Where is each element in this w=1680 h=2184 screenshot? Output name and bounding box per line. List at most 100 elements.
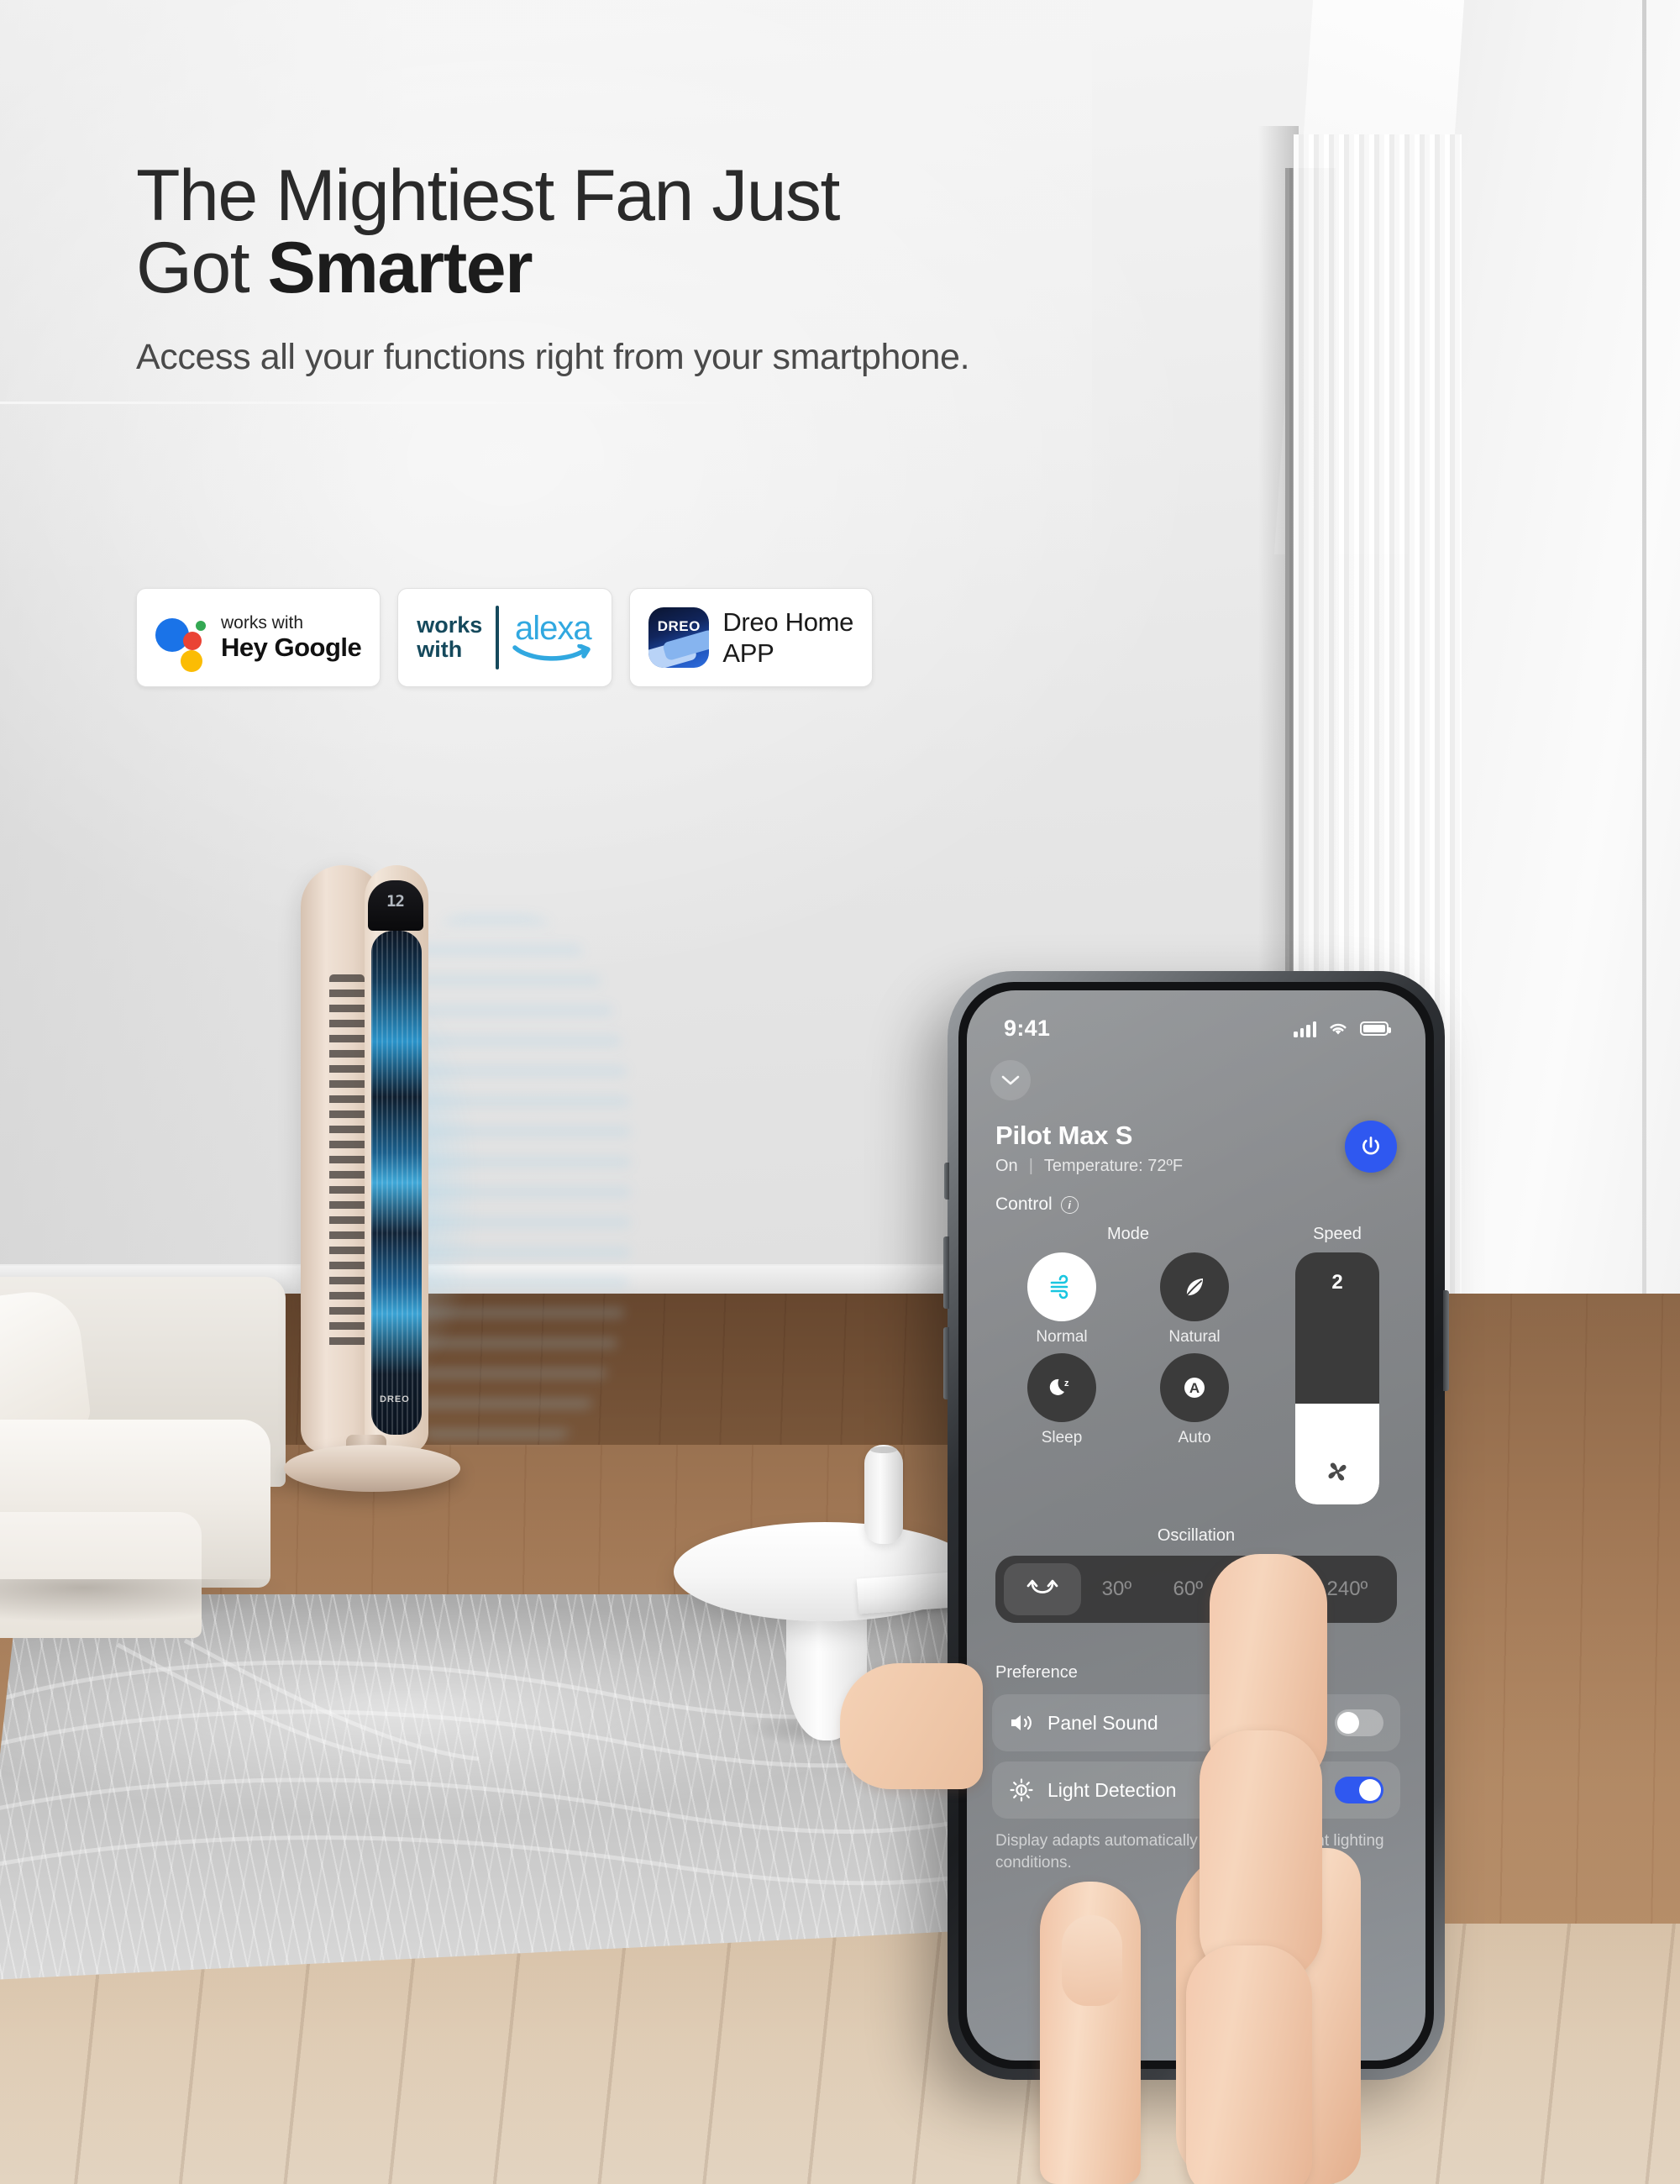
moon-z-icon: z — [1049, 1378, 1069, 1395]
battery-full-icon — [1360, 1021, 1391, 1036]
smartphone-mockup: 9:41 Pilot Max S On | Temperature: 72ºF … — [943, 971, 1449, 2080]
fan-brand-logo: DREO — [380, 1394, 410, 1404]
volume-up-button[interactable] — [943, 1236, 949, 1309]
speed-column: Speed 2 — [1278, 1225, 1397, 1504]
toggle-panel-sound[interactable] — [1335, 1709, 1383, 1736]
svg-text:A: A — [1189, 1380, 1200, 1396]
speed-title: Speed — [1313, 1225, 1362, 1243]
badge-google-works-with: works with — [221, 612, 304, 633]
oscillation-bar: 30º 60º 120º 240º — [995, 1556, 1397, 1623]
headline-line-1: The Mightiest Fan Just — [136, 155, 840, 236]
phone-bezel: 9:41 Pilot Max S On | Temperature: 72ºF … — [958, 982, 1434, 2069]
control-grid: Mode Normal Natural z Sleep A Auto Speed… — [967, 1215, 1425, 1504]
fan-intake-vent — [329, 974, 365, 1352]
vase-lip — [870, 1446, 897, 1453]
wind-icon — [1050, 1274, 1068, 1299]
badge-alexa[interactable]: works with alexa — [397, 588, 613, 687]
tower-fan: 12 DREO — [284, 865, 460, 1504]
headline-line-2-bold: Smarter — [267, 228, 533, 308]
oscillation-options: 30º 60º 120º 240º — [1081, 1566, 1389, 1613]
app-screen: 9:41 Pilot Max S On | Temperature: 72ºF … — [967, 990, 1425, 2061]
badge-alexa-works: works — [417, 612, 483, 638]
collapse-button[interactable] — [990, 1060, 1031, 1100]
device-temperature: Temperature: 72ºF — [1043, 1157, 1184, 1175]
power-icon — [1362, 1137, 1379, 1155]
badge-dreo-line-2: APP — [722, 638, 774, 668]
mode-option-sleep[interactable]: z Sleep — [1027, 1353, 1096, 1447]
speaker-icon — [1011, 1715, 1032, 1730]
preference-row-panel-sound[interactable]: Panel Sound — [992, 1694, 1400, 1751]
mode-auto-label: Auto — [1178, 1429, 1211, 1446]
mode-sleep-label: Sleep — [1041, 1429, 1083, 1446]
badge-alexa-with: with — [417, 637, 463, 662]
fan-display-value: 12 — [386, 892, 405, 911]
wifi-icon — [1330, 1023, 1347, 1035]
badge-dreo-home-app[interactable]: DREO Dreo Home APP — [629, 588, 874, 687]
control-label-text: Control — [995, 1194, 1053, 1214]
alexa-smile-swoosh-icon — [512, 644, 591, 661]
badge-divider — [496, 606, 500, 669]
preference-label-panel-sound: Panel Sound — [1047, 1711, 1158, 1734]
device-name: Pilot Max S — [995, 1121, 1133, 1150]
oscillation-option-30[interactable]: 30º — [1090, 1566, 1143, 1613]
dreo-icon-wordmark: DREO — [657, 618, 701, 634]
signal-bars-icon — [1294, 1021, 1316, 1037]
device-status-line: On | Temperature: 72ºF — [995, 1157, 1183, 1176]
google-assistant-dots-icon — [155, 612, 207, 672]
speed-value: 2 — [1331, 1271, 1343, 1294]
dreo-app-icon: DREO — [648, 607, 710, 668]
mode-option-normal[interactable]: Normal — [1027, 1252, 1096, 1347]
oscillation-option-120[interactable]: 120º — [1232, 1566, 1298, 1613]
side-power-button[interactable] — [1443, 1290, 1449, 1391]
mode-option-auto[interactable]: A Auto — [1160, 1353, 1229, 1447]
sofa-shadow — [0, 1579, 286, 1621]
chevron-down-icon — [1001, 1075, 1020, 1085]
headline-line-2-light: Got — [136, 228, 268, 308]
control-section-label: Control i — [967, 1176, 1425, 1215]
mode-option-natural[interactable]: Natural — [1160, 1252, 1229, 1347]
badge-google-brand: Hey Google — [221, 632, 362, 662]
mode-normal-label: Normal — [1036, 1328, 1088, 1346]
auto-a-icon: A — [1184, 1378, 1205, 1398]
oscillation-option-60[interactable]: 60º — [1162, 1566, 1215, 1613]
hero-subhead: Access all your functions right from you… — [136, 337, 970, 377]
rug-pattern — [0, 1594, 1050, 1981]
oscillation-arc-icon — [1026, 1579, 1058, 1593]
silent-switch[interactable] — [944, 1163, 949, 1200]
device-header: Pilot Max S On | Temperature: 72ºF — [967, 1100, 1425, 1176]
info-icon[interactable]: i — [1060, 1195, 1079, 1214]
status-time: 9:41 — [1004, 1016, 1051, 1041]
badge-hey-google[interactable]: works with Hey Google — [136, 588, 381, 687]
power-toggle-button[interactable] — [1345, 1121, 1397, 1173]
preference-note: Display adapts automatically based on am… — [995, 1832, 1384, 1872]
compatibility-badges: works with Hey Google works with alexa D… — [136, 588, 874, 687]
device-state: On — [995, 1157, 1018, 1175]
badge-alexa-brand: alexa — [515, 610, 592, 647]
mode-auto-circle: A — [1160, 1353, 1229, 1422]
mode-grid: Normal Natural z Sleep A Auto — [995, 1252, 1261, 1447]
preference-section: Preference Panel Sound Light Detection D… — [967, 1623, 1425, 1873]
fan-blades-icon — [1328, 1462, 1347, 1481]
preference-row-light-detection[interactable]: Light Detection — [992, 1761, 1400, 1819]
hero-text-block: The Mightiest Fan Just Got Smarter Acces… — [136, 160, 1102, 380]
oscillation-toggle-button[interactable] — [1004, 1563, 1081, 1615]
fan-display: 12 — [368, 880, 423, 931]
oscillation-title: Oscillation — [1157, 1526, 1236, 1545]
svg-text:z: z — [1064, 1378, 1069, 1389]
oscillation-section: Oscillation 30º 60º 120º 240º — [967, 1504, 1425, 1623]
toggle-light-detection[interactable] — [1335, 1777, 1383, 1803]
oscillation-option-240[interactable]: 240º — [1315, 1566, 1380, 1613]
alexa-smile-icon: alexa — [512, 612, 593, 663]
mode-sleep-circle: z — [1027, 1353, 1096, 1422]
vase — [864, 1445, 903, 1544]
badge-dreo-line-1: Dreo Home — [722, 606, 854, 637]
speed-slider-fill — [1295, 1404, 1379, 1504]
page-title: The Mightiest Fan Just Got Smarter — [136, 160, 1102, 304]
leaf-icon — [1186, 1278, 1203, 1296]
volume-down-button[interactable] — [943, 1327, 949, 1399]
mode-normal-circle — [1027, 1252, 1096, 1321]
fan-grille — [371, 931, 422, 1435]
mode-natural-circle — [1160, 1252, 1229, 1321]
speed-slider[interactable]: 2 — [1295, 1252, 1379, 1504]
mode-title: Mode — [1106, 1225, 1150, 1243]
